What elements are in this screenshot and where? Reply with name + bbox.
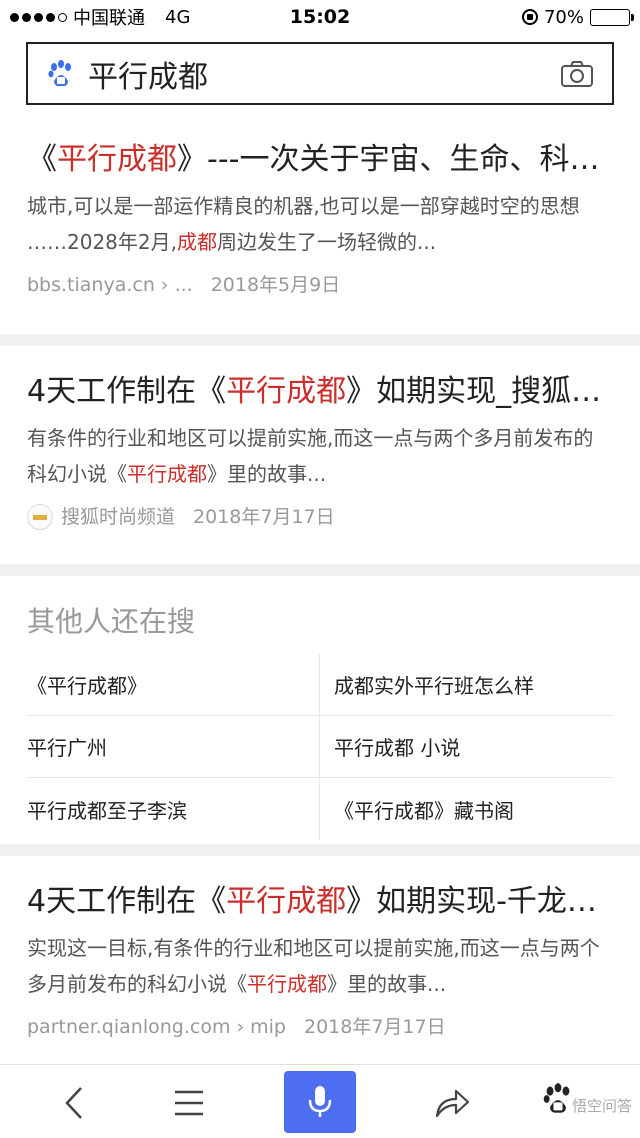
battery-percent: 70% [543, 6, 584, 28]
result-snippet: 实现这一目标,有条件的行业和地区可以提前实施,而这一点与两个多月前发布的科幻小说… [27, 930, 613, 1002]
result-date: 2018年7月17日 [303, 1016, 446, 1038]
result-date: 2018年5月9日 [210, 274, 341, 296]
baidu-paw-icon [543, 1082, 570, 1113]
title-highlight: 平行成都 [226, 884, 347, 919]
search-result[interactable]: 4天工作制在《平行成都》如期实现_搜狐… 有条件的行业和地区可以提前实施,而这一… [0, 372, 640, 532]
camera-icon[interactable] [560, 59, 594, 89]
snippet-text: 周边发生了一场轻微的... [216, 230, 437, 254]
title-text: 》如期实现_搜狐… [346, 374, 602, 409]
related-searches: 其他人还在搜 《平行成都》 成都实外平行班怎么样 平行广州 平行成都 小说 平行… [0, 578, 640, 840]
battery-icon [589, 8, 634, 26]
snippet-highlight: 平行成都 [247, 972, 327, 996]
related-item[interactable]: 《平行成都》藏书阁 [319, 778, 613, 840]
snippet-text: 》里的故事... [207, 462, 327, 486]
result-meta: bbs.tianya.cn › ... 2018年5月9日 [27, 270, 613, 300]
result-snippet: 城市,可以是一部运作精良的机器,也可以是一部穿越时空的思想 ……2028年2月,… [27, 188, 613, 260]
title-text: 《 [27, 142, 57, 177]
network-type: 4G [165, 6, 191, 28]
result-meta: partner.qianlong.com › mip 2018年7月17日 [27, 1012, 613, 1042]
result-title[interactable]: 4天工作制在《平行成都》如期实现-千龙网… [27, 882, 613, 922]
status-left: 中国联通 4G [10, 4, 230, 30]
title-text: 》---一次关于宇宙、生命、科技… [177, 142, 613, 177]
snippet-text: 》里的故事... [327, 972, 447, 996]
share-button[interactable] [424, 1075, 480, 1131]
title-text: 4天工作制在《 [27, 884, 227, 919]
voice-search-button[interactable] [284, 1071, 356, 1133]
status-bar: 中国联通 4G 15:02 70% [0, 0, 640, 34]
status-right: 70% [410, 6, 634, 28]
snippet-highlight: 成都 [176, 230, 217, 254]
result-snippet: 有条件的行业和地区可以提前实施,而这一点与两个多月前发布的科幻小说《平行成都》里… [27, 420, 613, 492]
title-text: 》如期实现-千龙网… [346, 884, 613, 919]
related-item[interactable]: 平行成都 小说 [319, 716, 613, 778]
title-highlight: 平行成都 [226, 374, 347, 409]
result-meta: 搜狐时尚频道 2018年7月17日 [27, 502, 613, 532]
result-title[interactable]: 4天工作制在《平行成都》如期实现_搜狐… [27, 372, 613, 412]
related-item[interactable]: 平行成都至子李滨 [27, 778, 319, 840]
bottom-toolbar: 悟空问答 [0, 1064, 640, 1138]
title-highlight: 平行成都 [57, 142, 177, 177]
microphone-icon [308, 1086, 332, 1117]
related-item[interactable]: 《平行成都》 [27, 654, 319, 716]
related-title: 其他人还在搜 [27, 605, 196, 638]
result-title[interactable]: 《平行成都》---一次关于宇宙、生命、科技… [27, 140, 613, 180]
sohu-logo-icon [27, 504, 53, 530]
carrier-name: 中国联通 [73, 8, 145, 29]
search-result[interactable]: 《平行成都》---一次关于宇宙、生命、科技… 城市,可以是一部运作精良的机器,也… [0, 140, 640, 300]
section-divider [0, 844, 640, 856]
related-item[interactable]: 平行广州 [27, 716, 319, 778]
result-source[interactable]: partner.qianlong.com › mip [27, 1012, 286, 1042]
result-source-wrap[interactable]: 搜狐时尚频道 [27, 502, 175, 532]
title-text: 4天工作制在《 [27, 374, 227, 409]
watermark-text: 悟空问答 [572, 1097, 633, 1115]
section-divider [0, 564, 640, 576]
back-button[interactable] [46, 1075, 102, 1131]
result-source[interactable]: bbs.tianya.cn › ... [27, 270, 193, 300]
rotation-lock-icon [521, 9, 538, 25]
result-source[interactable]: 搜狐时尚频道 [61, 502, 175, 532]
related-item[interactable]: 成都实外平行班怎么样 [319, 654, 613, 716]
search-box[interactable]: 平行成都 [26, 42, 614, 105]
search-result[interactable]: 4天工作制在《平行成都》如期实现-千龙网… 实现这一目标,有条件的行业和地区可以… [0, 882, 640, 1042]
snippet-highlight: 平行成都 [127, 462, 207, 486]
clock: 15:02 [289, 6, 351, 28]
related-grid: 《平行成都》 成都实外平行班怎么样 平行广州 平行成都 小说 平行成都至子李滨 … [27, 654, 613, 840]
wukong-watermark: 悟空问答 [540, 1081, 632, 1116]
result-date: 2018年7月17日 [193, 506, 335, 528]
hamburger-menu-icon [175, 1090, 203, 1116]
menu-button[interactable] [161, 1075, 217, 1131]
section-divider [0, 334, 640, 346]
signal-strength-icon [10, 12, 67, 22]
chevron-left-icon [65, 1087, 82, 1119]
search-query[interactable]: 平行成都 [88, 52, 560, 96]
baidu-paw-icon [48, 59, 71, 86]
share-arrow-icon [435, 1089, 470, 1118]
